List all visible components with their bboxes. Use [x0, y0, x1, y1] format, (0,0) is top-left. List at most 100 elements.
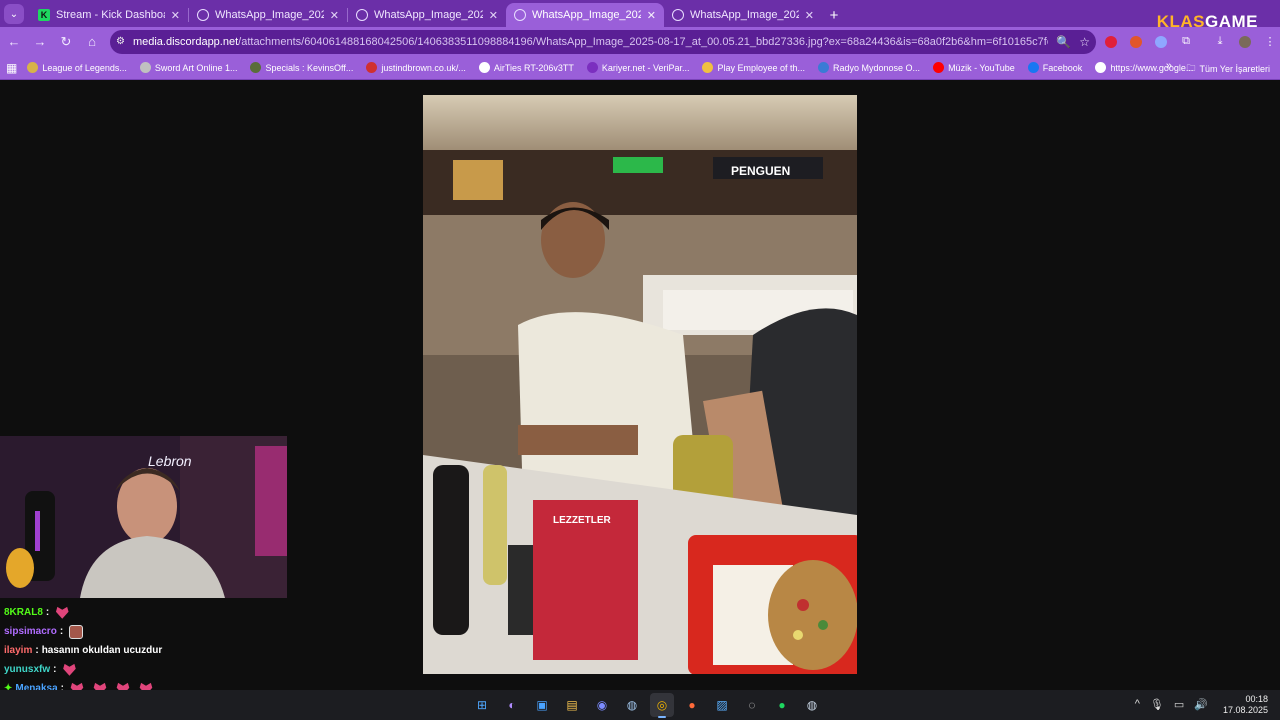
bookmark-favicon-icon: [933, 62, 945, 73]
forward-icon[interactable]: →: [28, 30, 52, 54]
tab-close-icon[interactable]: ✕: [171, 9, 180, 22]
menu-kebab-icon[interactable]: ⋮: [1260, 32, 1280, 52]
url-text[interactable]: media.discordapp.net/attachments/6040614…: [133, 36, 1048, 48]
bookmark-favicon-icon: [366, 62, 378, 73]
windows-taskbar: ⊞ ◐ ▣ ▤ ◉ ◍ ◎ ● ▨ ◌ ● ◍ ^ 🎙 ▭ 🔊 00:18 17…: [0, 690, 1280, 720]
tab-title: Stream - Kick Dashboard: [56, 9, 165, 21]
bookmark-item[interactable]: Play Employee of th...: [702, 62, 805, 73]
new-tab-button[interactable]: +: [822, 3, 846, 27]
chat-username[interactable]: sipsimacro: [4, 626, 57, 637]
all-bookmarks-folder[interactable]: 🗀 Tüm Yer İşaretleri: [1186, 61, 1270, 77]
tab-close-icon[interactable]: ✕: [330, 9, 339, 22]
chat-username[interactable]: yunusxfw: [4, 664, 50, 675]
start-icon[interactable]: ⊞: [470, 693, 494, 717]
browser-tab[interactable]: WhatsApp_Image_2025-08-17_ ✕: [348, 3, 506, 27]
bookmark-label: Radyo Mydonose O...: [833, 62, 921, 73]
svg-text:LEZZETLER: LEZZETLER: [553, 515, 612, 526]
bookmark-favicon-icon: [139, 62, 151, 73]
heart-emote-icon: [55, 606, 69, 619]
address-bar[interactable]: ⚙ media.discordapp.net/attachments/60406…: [110, 29, 1096, 54]
bookmark-item[interactable]: justindbrown.co.uk/...: [366, 62, 466, 73]
bookmark-item[interactable]: Kariyer.net - VeriPar...: [586, 62, 690, 73]
tray-overflow-icon[interactable]: ^: [1135, 698, 1140, 711]
display-icon[interactable]: ▭: [1174, 698, 1184, 711]
browser-tab[interactable]: WhatsApp_Image_2025-08-16_ ✕: [189, 3, 347, 27]
microphone-icon[interactable]: 🎙: [1150, 698, 1164, 711]
tab-title: WhatsApp_Image_2025-08-17_: [374, 9, 483, 21]
tab-close-icon[interactable]: ✕: [489, 9, 498, 22]
bookmark-label: Facebook: [1042, 62, 1083, 73]
globe-icon: [514, 9, 526, 21]
bookmark-label: Specials : KevinsOff...: [265, 62, 354, 73]
chat-separator: :: [35, 645, 39, 656]
chat-username[interactable]: 8KRAL8: [4, 607, 43, 618]
chat-message: 8KRAL8:: [4, 603, 304, 622]
chat-username[interactable]: ilayim: [4, 645, 32, 656]
store-icon[interactable]: ▣: [530, 693, 554, 717]
media-app-icon[interactable]: ●: [680, 693, 704, 717]
bookmark-favicon-icon: [27, 62, 39, 73]
bookmark-favicon-icon: [478, 62, 490, 73]
profile-avatar[interactable]: [1235, 32, 1255, 52]
svg-text:PENGUEN: PENGUEN: [731, 164, 790, 178]
webcam-illustration: Lebron: [0, 436, 287, 598]
discord-icon[interactable]: ◉: [590, 693, 614, 717]
tab-search-button[interactable]: ⌄: [4, 4, 24, 24]
reload-icon[interactable]: ↻: [54, 30, 78, 54]
bookmark-item[interactable]: AirTies RT-206v3TT: [478, 62, 574, 73]
bookmark-item[interactable]: https://www.google...: [1095, 62, 1193, 73]
globe-icon: [672, 9, 684, 21]
apps-grid-icon[interactable]: ▦: [6, 61, 17, 75]
chat-message: ilayim: hasanın okuldan ucuzdur: [4, 641, 304, 660]
bookmark-label: Play Employee of th...: [717, 62, 806, 73]
site-info-icon[interactable]: ⚙: [116, 36, 125, 47]
heart-emote-icon: [63, 663, 76, 676]
chat-separator: :: [45, 607, 50, 618]
back-icon[interactable]: ←: [2, 30, 26, 54]
tab-title: WhatsApp_Image_2025-08-16_: [215, 9, 324, 21]
bookmark-item[interactable]: Specials : KevinsOff...: [250, 62, 353, 73]
chrome-icon[interactable]: ◎: [650, 693, 674, 718]
obs-icon[interactable]: ◌: [740, 693, 764, 717]
bookmark-label: AirTies RT-206v3TT: [493, 62, 574, 73]
bookmark-label: Kariyer.net - VeriPar...: [601, 62, 690, 73]
extension-fox-icon[interactable]: [1126, 32, 1146, 52]
photos-icon[interactable]: ▨: [710, 693, 734, 717]
zoom-icon[interactable]: 🔍: [1056, 35, 1071, 49]
browser-tab[interactable]: WhatsApp_Image_2025-08-17_ ✕: [664, 3, 822, 27]
kick-icon: K: [38, 9, 50, 21]
browser-tab[interactable]: K Stream - Kick Dashboard ✕: [30, 3, 188, 27]
volume-icon[interactable]: 🔊: [1194, 698, 1208, 711]
bookmarks-overflow-button[interactable]: »: [1166, 60, 1172, 72]
bookmark-label: justindbrown.co.uk/...: [381, 62, 466, 73]
spotify-icon[interactable]: ●: [770, 693, 794, 717]
tab-title: WhatsApp_Image_2025-08-17_: [532, 9, 641, 21]
tab-close-icon[interactable]: ✕: [805, 9, 814, 22]
bookmark-star-icon[interactable]: ☆: [1079, 35, 1090, 49]
browser-tab[interactable]: WhatsApp_Image_2025-08-17_ ✕: [506, 3, 664, 27]
bookmark-label: https://www.google...: [1110, 62, 1194, 73]
downloads-icon[interactable]: ⤓: [1210, 32, 1230, 52]
bookmark-item[interactable]: League of Legends...: [27, 62, 127, 73]
file-explorer-icon[interactable]: ▤: [560, 693, 584, 717]
bookmark-item[interactable]: Facebook: [1027, 62, 1083, 73]
bookmark-item[interactable]: Radyo Mydonose O...: [818, 62, 920, 73]
steam-alt-icon[interactable]: ◍: [800, 693, 824, 717]
bookmark-item[interactable]: Müzik - YouTube: [933, 62, 1015, 73]
chat-separator: :: [53, 664, 57, 675]
extension-cloud-icon[interactable]: [1151, 32, 1171, 52]
bookmark-label: Sword Art Online 1...: [154, 62, 238, 73]
steam-icon[interactable]: ◍: [620, 693, 644, 717]
system-clock[interactable]: 00:18 17.08.2025: [1223, 694, 1268, 716]
home-icon[interactable]: ⌂: [80, 30, 104, 54]
tab-close-icon[interactable]: ✕: [647, 9, 656, 22]
extensions-puzzle-icon[interactable]: ⧉: [1176, 32, 1196, 52]
svg-text:Lebron: Lebron: [148, 453, 192, 469]
copilot-icon[interactable]: ◐: [500, 693, 524, 717]
bookmark-item[interactable]: Sword Art Online 1...: [139, 62, 238, 73]
extension-red-icon[interactable]: [1101, 32, 1121, 52]
chat-message: sipsimacro:: [4, 622, 304, 641]
displayed-photo[interactable]: PENGUEN LEZZETLER: [423, 95, 857, 674]
tab-title: WhatsApp_Image_2025-08-17_: [690, 9, 799, 21]
browser-toolbar: ← → ↻ ⌂ ⚙ media.discordapp.net/attachmen…: [0, 27, 1280, 56]
